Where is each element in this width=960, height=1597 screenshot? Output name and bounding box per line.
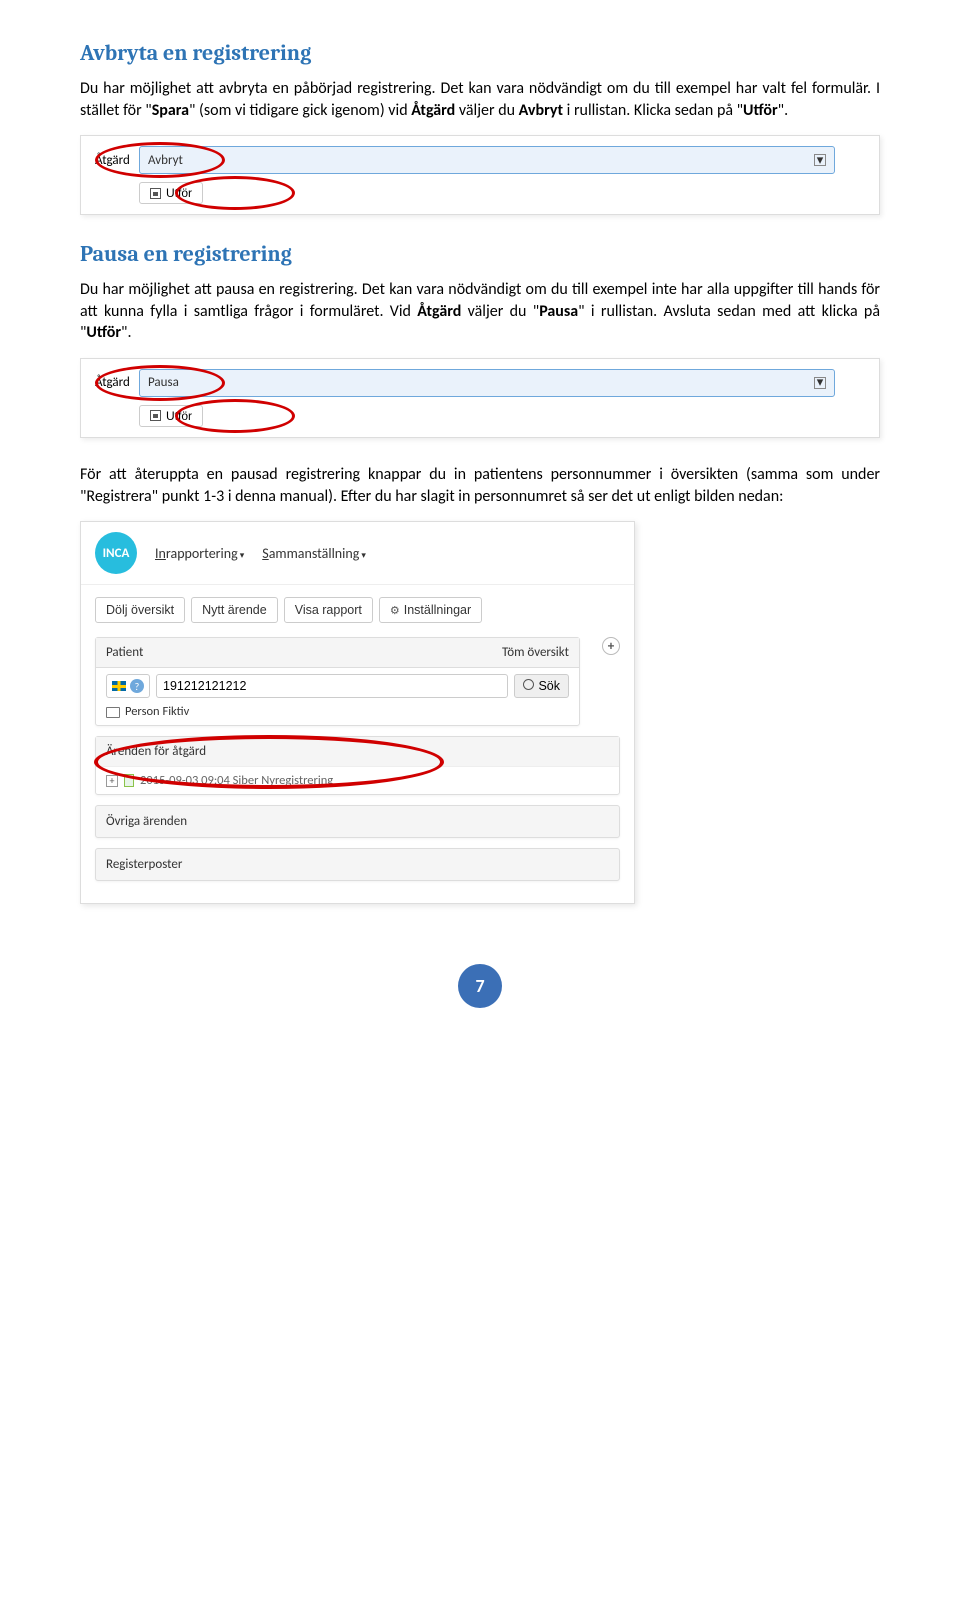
- chevron-down-icon: ▾: [814, 377, 826, 389]
- toolbar-row: Dölj översikt Nytt ärende Visa rapport I…: [95, 597, 620, 623]
- person-name-row: Person Fiktiv: [106, 704, 569, 719]
- visa-rapport-button[interactable]: Visa rapport: [284, 597, 373, 623]
- chevron-down-icon: ▾: [814, 154, 826, 166]
- expand-icon[interactable]: +: [106, 775, 118, 787]
- text: väljer du: [455, 101, 518, 120]
- nytt-arende-button[interactable]: Nytt ärende: [191, 597, 278, 623]
- document-icon: [124, 774, 134, 787]
- text-bold: Åtgärd: [411, 101, 455, 120]
- dolj-oversikt-button[interactable]: Dölj översikt: [95, 597, 185, 623]
- select-value: Pausa: [148, 375, 179, 390]
- nav-inrapportering[interactable]: Inrapportering▾: [155, 545, 244, 562]
- nav-sammanstallning[interactable]: Sammanställning▾: [262, 545, 366, 562]
- search-icon: [523, 679, 534, 693]
- caret-down-icon: ▾: [240, 550, 245, 561]
- heading-pausa: Pausa en registrering: [80, 241, 880, 267]
- atgard-select[interactable]: Pausa ▾: [139, 369, 835, 397]
- screenshot-inca: INCA Inrapportering▾ Sammanställning▾ Dö…: [80, 521, 635, 904]
- screenshot-avbryt: Åtgärd Avbryt ▾ Utför: [80, 135, 880, 215]
- dropdown-label: Åtgärd: [95, 153, 139, 168]
- select-value: Avbryt: [148, 153, 183, 168]
- button-label: Utför: [166, 409, 192, 423]
- dropdown-row: Åtgärd Avbryt ▾: [95, 146, 865, 174]
- button-label: Utför: [166, 186, 192, 200]
- patient-panel: Patient Töm översikt ? Sök Person Fiktiv: [95, 637, 580, 726]
- utfor-button[interactable]: Utför: [139, 405, 203, 427]
- nav-text: ammanställning: [269, 545, 360, 562]
- arende-item[interactable]: + 2015-09-03 09:04 Siber Nyregistrering: [96, 767, 619, 794]
- search-row: ? Sök: [106, 674, 569, 698]
- patient-panel-body: ? Sök Person Fiktiv: [96, 668, 579, 725]
- text-bold: Spara: [152, 101, 189, 120]
- text-bold: Avbryt: [519, 101, 563, 120]
- button-label: Sök: [538, 679, 560, 693]
- text-bold: Pausa: [539, 302, 578, 321]
- utfor-row: Utför: [139, 405, 865, 427]
- utfor-button[interactable]: Utför: [139, 182, 203, 204]
- utfor-row: Utför: [139, 182, 865, 204]
- add-button[interactable]: +: [602, 637, 620, 655]
- inca-header: INCA Inrapportering▾ Sammanställning▾: [81, 522, 634, 585]
- panel-title: Patient: [106, 645, 143, 660]
- tom-oversikt-link[interactable]: Töm översikt: [502, 645, 569, 660]
- inca-body: Dölj översikt Nytt ärende Visa rapport I…: [81, 585, 634, 903]
- folder-icon: [106, 704, 125, 719]
- caret-down-icon: ▾: [361, 550, 366, 561]
- dropdown-label: Åtgärd: [95, 375, 139, 390]
- text-bold: Utför: [743, 101, 778, 120]
- paragraph-pausa: Du har möjlighet att pausa en registreri…: [80, 279, 880, 344]
- sok-button[interactable]: Sök: [514, 674, 569, 698]
- arende-item-text: 2015-09-03 09:04 Siber Nyregistrering: [140, 773, 333, 788]
- gear-icon: [390, 603, 400, 617]
- flag-badge[interactable]: ?: [106, 674, 150, 698]
- installningar-button[interactable]: Inställningar: [379, 597, 482, 623]
- arenden-heading: Ärenden för åtgärd: [96, 737, 619, 767]
- atgard-select[interactable]: Avbryt ▾: [139, 146, 835, 174]
- text: ".: [121, 323, 131, 342]
- patient-panel-head: Patient Töm översikt: [96, 638, 579, 668]
- text: " (som vi tidigare gick igenom) vid: [189, 101, 411, 120]
- arenden-panel: Ärenden för åtgärd + 2015-09-03 09:04 Si…: [95, 736, 620, 795]
- ovriga-arenden-panel[interactable]: Övriga ärenden: [95, 805, 620, 838]
- dropdown-row: Åtgärd Pausa ▾: [95, 369, 865, 397]
- heading-avbryta: Avbryta en registrering: [80, 40, 880, 66]
- text: i rullistan. Klicka sedan på ": [563, 101, 743, 120]
- save-icon: [150, 410, 161, 421]
- help-icon: ?: [130, 679, 144, 693]
- text-bold: Utför: [86, 323, 121, 342]
- paragraph-ateruppta: För att återuppta en pausad registrering…: [80, 464, 880, 507]
- button-label: Inställningar: [404, 603, 471, 617]
- nav-text: rapportering: [166, 545, 238, 562]
- paragraph-avbryta: Du har möjlighet att avbryta en påbörjad…: [80, 78, 880, 121]
- registerposter-panel[interactable]: Registerposter: [95, 848, 620, 881]
- page-number: 7: [458, 964, 502, 1008]
- text: ".: [778, 101, 788, 120]
- save-icon: [150, 188, 161, 199]
- personnummer-input[interactable]: [156, 674, 508, 698]
- person-name: Person Fiktiv: [125, 704, 189, 719]
- text-bold: Åtgärd: [417, 302, 461, 321]
- text: väljer du ": [461, 302, 539, 321]
- flag-se-icon: [112, 681, 126, 691]
- inca-logo: INCA: [95, 532, 137, 574]
- screenshot-pausa: Åtgärd Pausa ▾ Utför: [80, 358, 880, 438]
